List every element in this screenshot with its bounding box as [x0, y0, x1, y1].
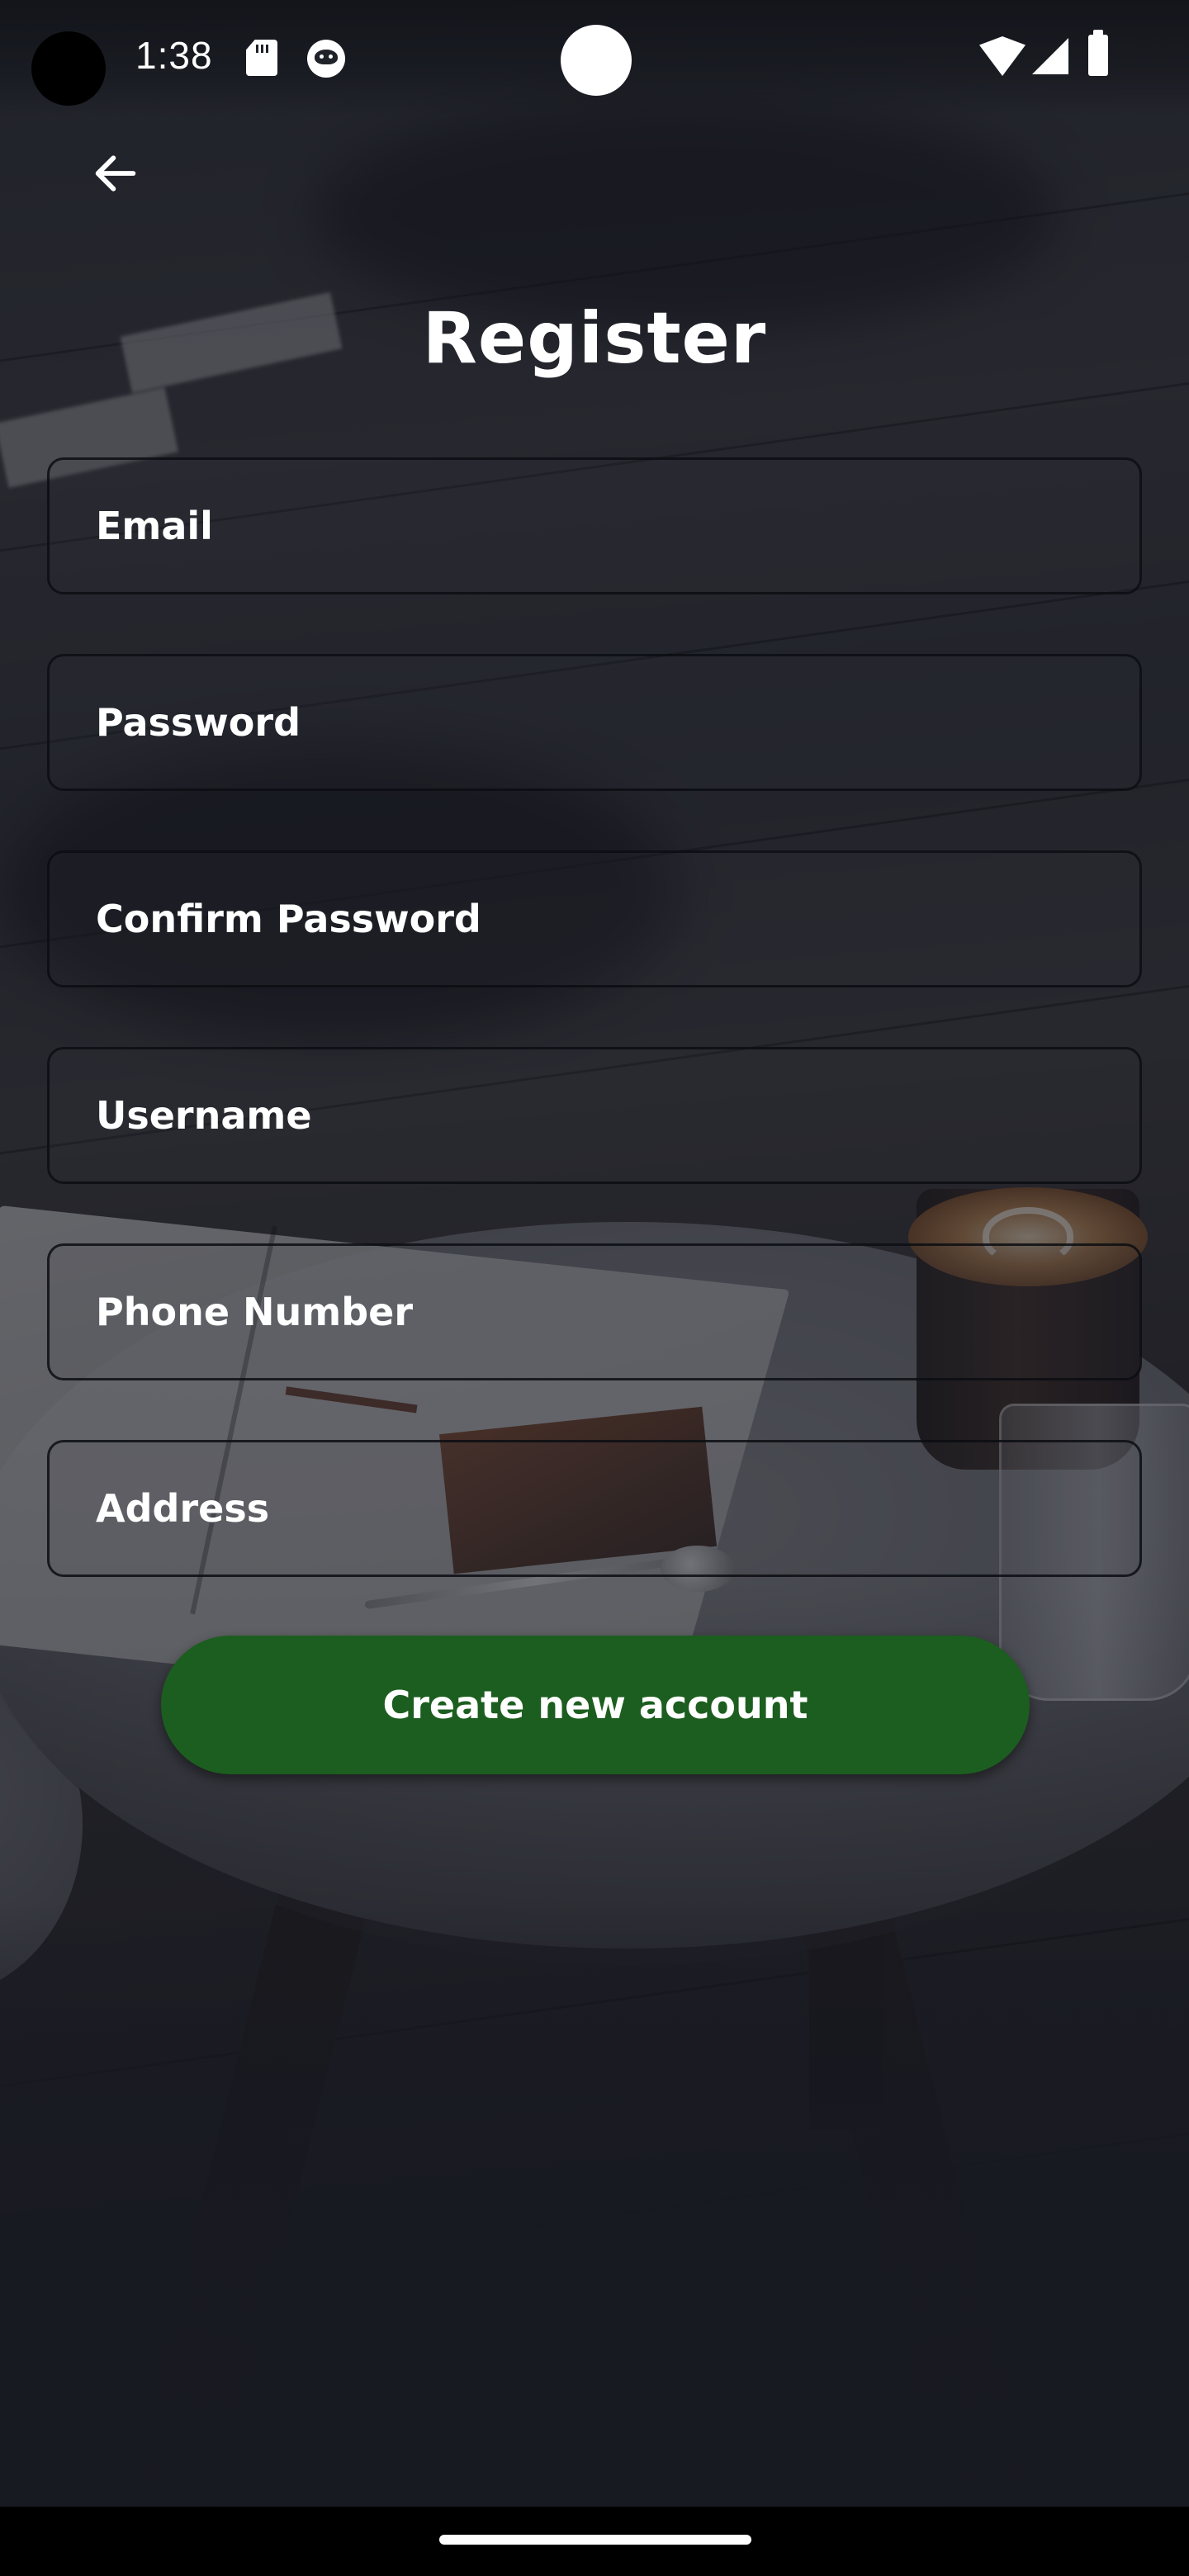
email-input[interactable] [94, 503, 1139, 549]
phone-number-input[interactable] [94, 1289, 1139, 1335]
back-button[interactable] [74, 132, 157, 215]
bottom-fade [0, 1899, 1189, 2576]
password-input[interactable] [94, 699, 1139, 746]
status-bar: 1:38 [0, 0, 1189, 116]
username-input[interactable] [94, 1092, 1139, 1139]
register-screen: 1:38 Register Create new account [0, 0, 1189, 2576]
home-indicator[interactable] [439, 2535, 751, 2545]
notification-cat-icon [307, 40, 345, 78]
signal-icon [1032, 38, 1068, 74]
password-field[interactable] [47, 654, 1142, 791]
email-field[interactable] [47, 457, 1142, 594]
confirm-password-field[interactable] [47, 850, 1142, 987]
phone-number-field[interactable] [47, 1243, 1142, 1380]
page-title: Register [422, 297, 767, 380]
sd-card-icon [246, 40, 277, 76]
wifi-icon [979, 36, 1026, 76]
arrow-left-icon [95, 155, 136, 192]
confirm-password-input[interactable] [94, 896, 1139, 942]
username-field[interactable] [47, 1047, 1142, 1184]
camera-dot [561, 25, 632, 96]
battery-icon [1088, 30, 1108, 76]
address-input[interactable] [94, 1485, 1139, 1532]
status-time: 1:38 [135, 34, 213, 77]
create-account-button[interactable]: Create new account [161, 1636, 1030, 1774]
front-camera [31, 31, 106, 106]
address-field[interactable] [47, 1440, 1142, 1577]
